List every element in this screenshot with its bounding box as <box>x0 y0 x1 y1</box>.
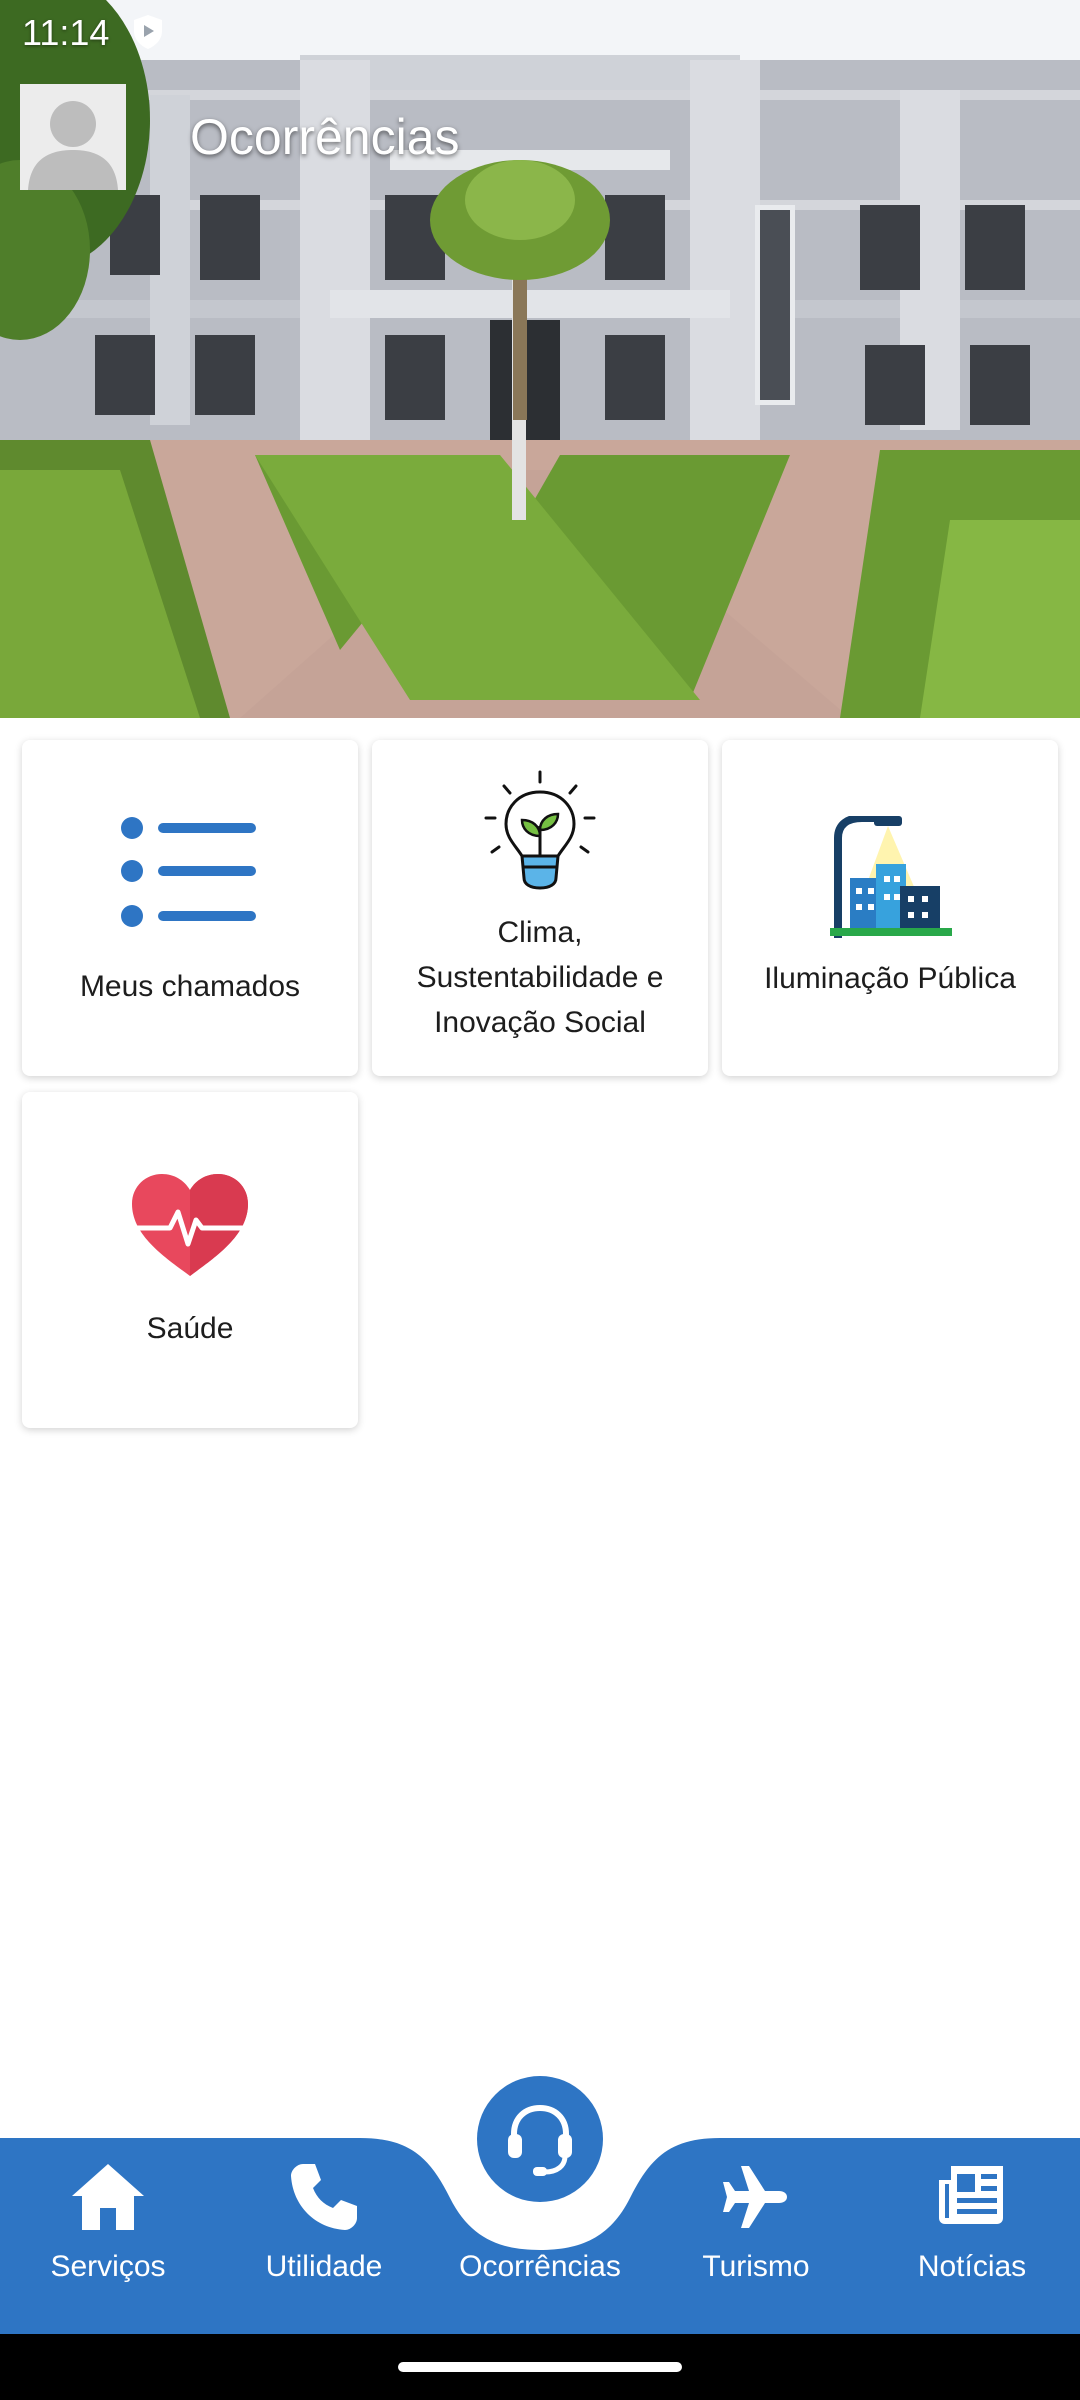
airplane-icon <box>723 2166 787 2228</box>
nav-item-turismo[interactable]: Turismo <box>648 2162 864 2322</box>
status-bar: 11:14 <box>0 0 1080 64</box>
card-label: Meus chamados <box>79 970 301 1003</box>
card-meus-chamados[interactable]: Meus chamados <box>22 740 358 1076</box>
page-title: Ocorrências <box>190 109 460 165</box>
header-banner: 11:14 Ocorrências <box>0 0 1080 718</box>
card-label: Saúde <box>146 1312 234 1345</box>
nav-label: Notícias <box>917 2250 1027 2283</box>
avatar[interactable] <box>20 84 126 190</box>
lightbulb-plant-icon <box>484 770 596 890</box>
user-silhouette-icon <box>28 101 118 190</box>
ocorrencias-fab-button[interactable] <box>477 2076 603 2202</box>
list-icon-third-row <box>121 905 256 927</box>
card-label: Clima, Sustentabilidade e Inovação Socia… <box>416 916 664 1039</box>
nav-label: Ocorrências <box>459 2250 621 2283</box>
card-label: Iluminação Pública <box>764 962 1016 995</box>
nav-label: Serviços <box>50 2250 166 2283</box>
home-indicator[interactable] <box>398 2362 682 2372</box>
card-iluminacao-publica[interactable]: Iluminação Pública <box>722 740 1058 1076</box>
status-time: 11:14 <box>22 12 110 53</box>
home-icon <box>72 2164 144 2230</box>
list-icon <box>121 817 256 882</box>
nav-item-utilidade[interactable]: Utilidade <box>216 2162 432 2322</box>
heart-pulse-icon <box>131 1174 249 1276</box>
nav-item-servicos[interactable]: Serviços <box>0 2162 216 2322</box>
nav-item-noticias[interactable]: Notícias <box>864 2162 1080 2322</box>
headset-icon <box>508 2104 572 2176</box>
card-clima-sustentabilidade[interactable]: Clima, Sustentabilidade e Inovação Socia… <box>372 740 708 1076</box>
shield-icon <box>134 15 162 49</box>
nav-label: Turismo <box>702 2250 810 2283</box>
street-light-city-icon <box>830 816 952 938</box>
card-saude[interactable]: Saúde <box>22 1092 358 1428</box>
newspaper-icon <box>939 2166 1003 2224</box>
nav-label: Utilidade <box>265 2250 383 2283</box>
phone-icon <box>291 2164 357 2230</box>
city-hall-photo <box>0 0 1080 718</box>
